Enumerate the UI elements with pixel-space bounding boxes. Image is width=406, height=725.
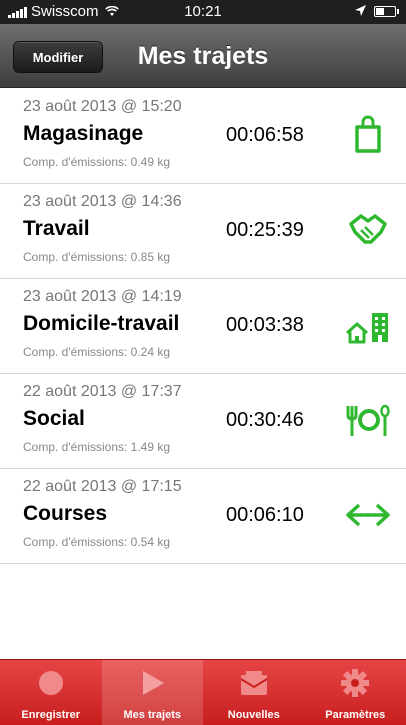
gear-icon [339, 668, 371, 700]
handshake-icon [345, 210, 391, 250]
shopping-bag-icon [345, 115, 391, 155]
trip-row[interactable]: 23 août 2013 @ 14:19 Domicile-travail Co… [0, 279, 406, 374]
tab-label: Nouvelles [227, 709, 280, 721]
trip-name: Domicile-travail [23, 312, 180, 335]
play-icon [136, 668, 168, 700]
trip-duration: 00:06:58 [226, 124, 304, 146]
fork-plate-spoon-icon [345, 400, 391, 440]
trip-name: Courses [23, 502, 108, 525]
tab-bar: Enregistrer Mes trajets Nouvelles Paramè… [0, 659, 406, 725]
tab-label: Paramètres [325, 709, 386, 721]
location-arrow-icon [355, 3, 366, 20]
wifi-icon [104, 4, 119, 20]
trip-name: Magasinage [23, 122, 144, 145]
tab-parametres[interactable]: Paramètres [305, 660, 406, 725]
trip-row[interactable]: 23 août 2013 @ 14:36 Travail Comp. d'émi… [0, 184, 406, 279]
tab-label: Mes trajets [123, 709, 181, 721]
trip-emissions: Comp. d'émissions: 1.49 kg [23, 440, 171, 454]
carrier-name: Swisscom [31, 3, 99, 20]
trip-emissions: Comp. d'émissions: 0.54 kg [23, 535, 171, 549]
trip-row[interactable]: 23 août 2013 @ 15:20 Magasinage Comp. d'… [0, 89, 406, 184]
trip-date: 23 août 2013 @ 14:36 [23, 193, 182, 210]
trip-date: 22 août 2013 @ 17:15 [23, 478, 182, 495]
trip-date: 23 août 2013 @ 15:20 [23, 98, 182, 115]
tab-enregistrer[interactable]: Enregistrer [0, 660, 102, 725]
page-title: Mes trajets [137, 42, 269, 70]
navigation-bar: Modifier Mes trajets [0, 24, 406, 88]
trip-date: 23 août 2013 @ 14:19 [23, 288, 182, 305]
tab-mes-trajets[interactable]: Mes trajets [101, 660, 203, 725]
status-bar: Swisscom 10:21 [0, 0, 406, 24]
battery-icon [374, 6, 399, 17]
trip-list: 23 août 2013 @ 15:20 Magasinage Comp. d'… [0, 89, 406, 564]
trip-emissions: Comp. d'émissions: 0.24 kg [23, 345, 171, 359]
home-office-icon [345, 305, 391, 345]
trip-duration: 00:06:10 [226, 504, 304, 526]
trip-emissions: Comp. d'émissions: 0.49 kg [23, 155, 171, 169]
carrier-info: Swisscom [8, 3, 119, 20]
tab-nouvelles[interactable]: Nouvelles [203, 660, 305, 725]
trip-row[interactable]: 22 août 2013 @ 17:15 Courses Comp. d'émi… [0, 469, 406, 564]
signal-strength-icon [8, 6, 27, 18]
trip-duration: 00:25:39 [226, 219, 304, 241]
trip-duration: 00:03:38 [226, 314, 304, 336]
news-icon [238, 668, 270, 700]
trip-name: Social [23, 407, 85, 430]
trip-duration: 00:30:46 [226, 409, 304, 431]
trip-emissions: Comp. d'émissions: 0.85 kg [23, 250, 171, 264]
trip-name: Travail [23, 217, 90, 240]
trip-date: 22 août 2013 @ 17:37 [23, 383, 182, 400]
trip-row[interactable]: 22 août 2013 @ 17:37 Social Comp. d'émis… [0, 374, 406, 469]
record-icon [35, 668, 67, 700]
tab-label: Enregistrer [21, 709, 81, 721]
status-right [355, 3, 399, 20]
two-way-arrows-icon [345, 495, 391, 535]
